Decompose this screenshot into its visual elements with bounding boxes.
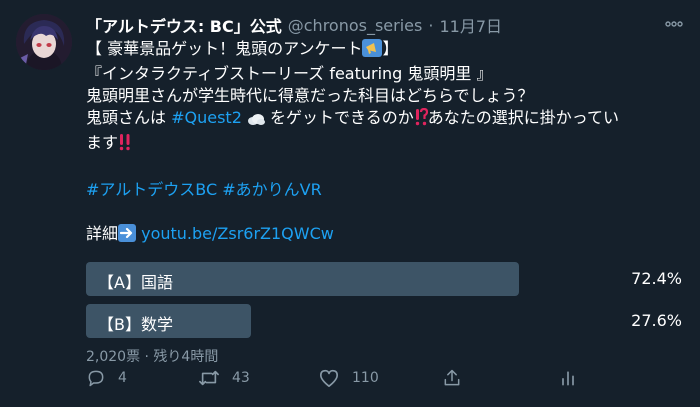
text-line-1: 【 豪華景品ゲット！鬼頭のアンケート】 [86, 38, 684, 63]
cloud-emoji-icon [247, 110, 265, 132]
display-name[interactable]: 「アルトデウス: BC」公式 [86, 13, 282, 37]
text-line-4: 鬼頭さんは #Quest2 をゲットできるのか あなたの選択に掛かってい [86, 107, 684, 132]
timestamp[interactable]: 11月7日 [439, 13, 502, 37]
share-icon [444, 369, 460, 386]
like-count: 110 [352, 370, 379, 386]
retweet-count: 43 [232, 370, 250, 386]
separator: · [428, 15, 434, 35]
avatar-image [16, 14, 72, 70]
reply-button[interactable]: 4 [86, 368, 127, 388]
reply-count: 4 [118, 370, 127, 386]
double-exclamation-icon [118, 133, 132, 157]
avatar[interactable] [16, 14, 72, 70]
text-line-2: 『インタラクティブストーリーズ featuring 鬼頭明里 』 [86, 64, 493, 83]
share-button[interactable] [442, 368, 462, 388]
text-segment: ます [86, 133, 119, 152]
more-button[interactable] [664, 14, 684, 38]
right-arrow-emoji-icon [118, 224, 137, 248]
details-line: 詳細 youtu.be/Zsr6rZ1QWCw [86, 223, 684, 248]
tweet-header: 「アルトデウス: BC」公式 @chronos_series · 11月7日 [86, 12, 684, 38]
text-line-3: 鬼頭明里さんが学生時代に得意だった科目はどちらでしょう？ [86, 86, 534, 105]
text-segment: あなたの選択に掛かってい [427, 108, 619, 127]
action-bar: 4 43 110 [86, 368, 596, 396]
text-line-5: ます [86, 132, 684, 157]
analytics-button[interactable] [558, 368, 578, 388]
handle[interactable]: @chronos_series [288, 16, 423, 35]
text-segment: をゲットできるのか [264, 108, 414, 127]
poll-option-label: 【A】国語 [98, 273, 173, 292]
heart-icon [320, 369, 338, 387]
text-segment: 鬼頭さんは [86, 108, 172, 127]
text-segment: 】 [382, 39, 399, 58]
poll-option-percent: 27.6% [631, 311, 682, 330]
megaphone-emoji-icon [362, 39, 383, 63]
retweet-icon [199, 370, 219, 386]
more-dots-icon [665, 21, 683, 27]
tweet-text: 【 豪華景品ゲット！鬼頭のアンケート】 『インタラクティブストーリーズ feat… [86, 38, 684, 248]
hashtag-akarin[interactable]: #あかりんVR [222, 180, 321, 199]
hashtag-altdeus[interactable]: #アルトデウスBC [86, 180, 217, 199]
hashtag-quest2[interactable]: #Quest2 [171, 108, 242, 127]
poll-option-b: 【B】数学 27.6% [86, 304, 684, 338]
retweet-button[interactable]: 43 [198, 368, 250, 388]
tweet: 「アルトデウス: BC」公式 @chronos_series · 11月7日 【… [0, 0, 700, 407]
text-segment: 【 豪華景品ゲット！鬼頭のアンケート [86, 39, 363, 58]
reply-icon [88, 370, 104, 387]
hashtag-line: #アルトデウスBC #あかりんVR [86, 179, 684, 201]
poll-option-label: 【B】数学 [98, 315, 173, 334]
details-label: 詳細 [86, 224, 119, 243]
analytics-icon [562, 371, 574, 386]
poll: 【A】国語 72.4% 【B】数学 27.6% 2,020票 · 残り4時間 [86, 262, 684, 366]
poll-option-percent: 72.4% [631, 269, 682, 288]
exclamation-question-icon [414, 107, 428, 132]
poll-votes: 2,020票 · 残り4時間 [86, 349, 219, 365]
youtube-link[interactable]: youtu.be/Zsr6rZ1QWCw [141, 224, 334, 243]
like-button[interactable]: 110 [318, 368, 379, 388]
poll-option-a: 【A】国語 72.4% [86, 262, 684, 296]
tweet-content: 「アルトデウス: BC」公式 @chronos_series · 11月7日 【… [86, 12, 684, 366]
